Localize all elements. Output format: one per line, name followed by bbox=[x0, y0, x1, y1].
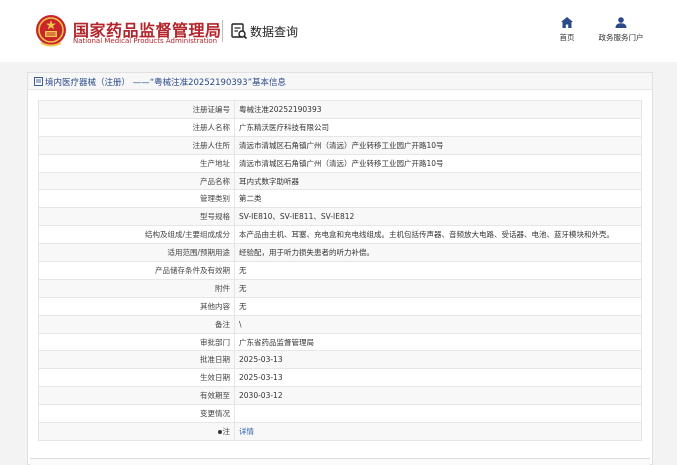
field-value: 清远市清城区石角镇广州（清远）产业转移工业园广开路10号 bbox=[234, 153, 642, 173]
field-label: 生效日期 bbox=[38, 368, 235, 388]
table-row: 变更情况 bbox=[38, 404, 642, 424]
field-label: 管理类别 bbox=[38, 189, 235, 209]
table-row: 其他内容无 bbox=[38, 296, 642, 316]
table-row: 审批部门 广东省药品监督管理局 bbox=[38, 332, 642, 352]
breadcrumb: 境内医疗器械（注册） ——“粤械注准20252190393”基本信息 bbox=[45, 78, 286, 88]
field-label: 适用范围/预期用途 bbox=[38, 243, 235, 263]
field-label: 生产地址 bbox=[38, 153, 235, 173]
field-label: 有效期至 bbox=[38, 386, 235, 406]
national-emblem-icon bbox=[36, 15, 66, 47]
field-label: 注册人名称 bbox=[38, 117, 235, 137]
field-label: 变更情况 bbox=[38, 404, 235, 424]
table-row: 批准日期 2025-03-13 bbox=[38, 350, 642, 370]
field-label: 注册证编号 bbox=[38, 100, 235, 119]
table-row: 管理类别 第二类 bbox=[38, 189, 642, 209]
org-name-en: National Medical Products Administration bbox=[73, 37, 218, 45]
nav-service-portal[interactable]: 政务服务门户 bbox=[596, 17, 646, 43]
data-query-title: 数据查询 bbox=[250, 25, 299, 39]
table-row: 产品名称 耳内式数字助听器 bbox=[38, 171, 642, 191]
detail-panel: 境内医疗器械（注册） ——“粤械注准20252190393”基本信息 注册证编号… bbox=[27, 72, 653, 465]
field-value: 广东省药品监督管理局 bbox=[234, 332, 642, 352]
field-value: 第二类 bbox=[234, 189, 642, 209]
details-link[interactable]: 详情 bbox=[239, 427, 254, 436]
table-row: 结构及组成/主要组成成分 本产品由主机、耳塞、充电盒和充电线组成。主机包括传声器、… bbox=[38, 225, 642, 245]
field-value: 粤械注准20252190393 bbox=[234, 100, 642, 119]
footer-strip bbox=[30, 458, 650, 465]
nav-home-label: 首页 bbox=[559, 33, 575, 42]
detail-table: 注册证编号 粤械注准20252190393 注册人名称 广东精沃医疗科技有限公司 注… bbox=[38, 100, 642, 441]
table-row: 适用范围/预期用途 经验配，用于听力损失患者的听力补偿。 bbox=[38, 243, 642, 263]
field-label: 批准日期 bbox=[38, 350, 235, 370]
table-row: 型号规格 SV-IE810、SV-IE811、SV-IE812 bbox=[38, 207, 642, 227]
table-row: 注册证编号 粤械注准20252190393 bbox=[38, 100, 642, 119]
field-value: 2025-03-13 bbox=[234, 350, 642, 370]
table-row: 有效期至 2030-03-12 bbox=[38, 386, 642, 406]
field-label: 产品名称 bbox=[38, 171, 235, 191]
field-label: 结构及组成/主要组成成分 bbox=[38, 225, 235, 245]
table-row: 产品储存条件及有效期无 bbox=[38, 261, 642, 280]
header-divider bbox=[222, 20, 223, 42]
data-query-icon bbox=[231, 23, 248, 40]
field-label-note: 注 bbox=[38, 422, 235, 441]
user-icon bbox=[615, 17, 627, 28]
field-value: 无 bbox=[234, 296, 642, 316]
field-value: 无 bbox=[234, 278, 642, 298]
field-label: 审批部门 bbox=[38, 332, 235, 352]
field-label: 附件 bbox=[38, 278, 235, 298]
table-row: 附件无 bbox=[38, 278, 642, 298]
field-value: 详情 bbox=[234, 422, 642, 441]
home-icon bbox=[561, 17, 573, 28]
table-row: 注册人名称 广东精沃医疗科技有限公司 bbox=[38, 117, 642, 137]
site-header: 国家药品监督管理局 National Medical Products Admi… bbox=[0, 0, 677, 62]
field-value: SV-IE810、SV-IE811、SV-IE812 bbox=[234, 207, 642, 227]
table-row: 生产地址 清远市清城区石角镇广州（清远）产业转移工业园广开路10号 bbox=[38, 153, 642, 173]
field-value: 2030-03-12 bbox=[234, 386, 642, 406]
field-value: 经验配，用于听力损失患者的听力补偿。 bbox=[234, 243, 642, 263]
document-icon bbox=[34, 77, 43, 86]
nav-portal-label: 政务服务门户 bbox=[598, 33, 644, 42]
field-value: 耳内式数字助听器 bbox=[234, 171, 642, 191]
field-label: 注 bbox=[222, 426, 231, 436]
field-value bbox=[234, 404, 642, 424]
table-row: 注 详情 bbox=[38, 422, 642, 441]
field-value: 本产品由主机、耳塞、充电盒和充电线组成。主机包括传声器、音频放大电路、受话器、电… bbox=[234, 225, 642, 245]
field-label: 备注 bbox=[38, 314, 235, 334]
field-value: 广东精沃医疗科技有限公司 bbox=[234, 117, 642, 137]
field-value: 无 bbox=[234, 261, 642, 280]
field-value: 2025-03-13 bbox=[234, 368, 642, 388]
bullet-icon bbox=[217, 429, 222, 434]
table-row: 注册人住所 清远市清城区石角镇广州（清远）产业转移工业园广开路10号 bbox=[38, 135, 642, 155]
field-value: 清远市清城区石角镇广州（清远）产业转移工业园广开路10号 bbox=[234, 135, 642, 155]
nav-home[interactable]: 首页 bbox=[555, 17, 579, 43]
field-label: 型号规格 bbox=[38, 207, 235, 227]
field-value: \ bbox=[234, 314, 642, 334]
field-label: 产品储存条件及有效期 bbox=[38, 261, 235, 280]
panel-header: 境内医疗器械（注册） ——“粤械注准20252190393”基本信息 bbox=[28, 73, 652, 90]
field-label: 注册人住所 bbox=[38, 135, 235, 155]
table-row: 备注 \ bbox=[38, 314, 642, 334]
table-row: 生效日期 2025-03-13 bbox=[38, 368, 642, 388]
field-label: 其他内容 bbox=[38, 296, 235, 316]
